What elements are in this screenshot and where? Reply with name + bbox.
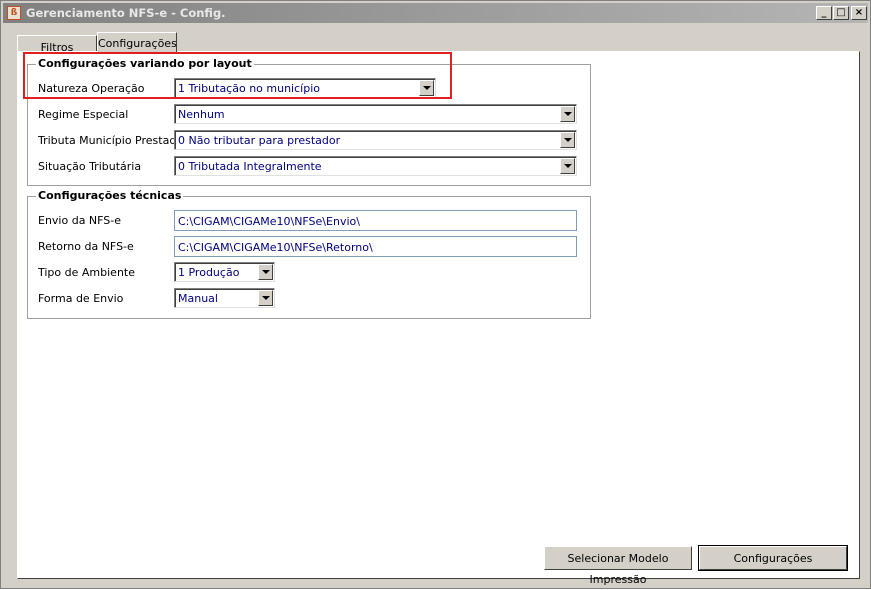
close-button[interactable]: × <box>851 6 867 20</box>
tributa-municipio-label: Tributa Município Prestador <box>38 134 188 147</box>
window-title: Gerenciamento NFS-e - Config. <box>26 6 226 20</box>
retorno-nfse-value: C:\CIGAM\CIGAMe10\NFSe\Retorno\ <box>178 241 373 254</box>
chevron-down-icon[interactable] <box>258 290 273 306</box>
configuracoes-button[interactable]: Configurações <box>698 545 848 571</box>
chevron-down-icon[interactable] <box>419 80 434 96</box>
natureza-operacao-value: 1 Tributação no município <box>178 82 320 95</box>
natureza-operacao-label: Natureza Operação <box>38 82 145 95</box>
maximize-button[interactable]: □ <box>833 6 849 20</box>
forma-envio-select[interactable]: Manual <box>174 288 275 308</box>
tab-configuracoes[interactable]: Configurações <box>97 32 177 53</box>
regime-especial-label: Regime Especial <box>38 108 129 121</box>
tab-panel-configuracoes: Configurações variando por layout Nature… <box>17 51 860 586</box>
minimize-icon: _ <box>821 7 827 18</box>
situacao-tributaria-select[interactable]: 0 Tributada Integralmente <box>174 156 577 176</box>
layout-group-title: Configurações variando por layout <box>36 57 254 70</box>
chevron-down-icon[interactable] <box>560 132 575 148</box>
tab-bar: Filtros Configurações <box>17 32 860 54</box>
chevron-down-icon[interactable] <box>258 264 273 280</box>
envio-nfse-label: Envio da NFS-e <box>38 214 122 227</box>
envio-nfse-input[interactable]: C:\CIGAM\CIGAMe10\NFSe\Envio\ <box>174 210 577 231</box>
envio-nfse-value: C:\CIGAM\CIGAMe10\NFSe\Envio\ <box>178 215 360 228</box>
select-print-model-button[interactable]: Selecionar Modelo Impressão <box>544 546 692 586</box>
title-bar[interactable]: ß Gerenciamento NFS-e - Config. _ □ × <box>3 3 868 23</box>
natureza-operacao-select[interactable]: 1 Tributação no município <box>174 78 436 98</box>
tipo-ambiente-select[interactable]: 1 Produção <box>174 262 275 282</box>
chevron-down-icon[interactable] <box>560 106 575 122</box>
tech-group-title: Configurações técnicas <box>36 189 184 202</box>
app-icon: ß <box>7 6 21 20</box>
minimize-button[interactable]: _ <box>816 6 832 20</box>
chevron-down-icon[interactable] <box>560 158 575 174</box>
situacao-tributaria-label: Situação Tributária <box>38 160 142 173</box>
regime-especial-value: Nenhum <box>178 108 225 121</box>
tab-label: Configurações <box>98 37 177 50</box>
app-window: ß Gerenciamento NFS-e - Config. _ □ × Fi… <box>0 0 871 589</box>
layout-config-group: Configurações variando por layout Nature… <box>27 57 591 186</box>
tributa-municipio-value: 0 Não tributar para prestador <box>178 134 341 147</box>
forma-envio-value: Manual <box>178 292 218 305</box>
close-icon: × <box>854 7 864 18</box>
situacao-tributaria-value: 0 Tributada Integralmente <box>178 160 322 173</box>
tipo-ambiente-label: Tipo de Ambiente <box>38 266 135 279</box>
retorno-nfse-input[interactable]: C:\CIGAM\CIGAMe10\NFSe\Retorno\ <box>174 236 577 257</box>
retorno-nfse-label: Retorno da NFS-e <box>38 240 134 253</box>
tech-config-group: Configurações técnicas Envio da NFS-e C:… <box>27 189 591 319</box>
tributa-municipio-select[interactable]: 0 Não tributar para prestador <box>174 130 577 150</box>
maximize-icon: □ <box>836 7 846 18</box>
forma-envio-label: Forma de Envio <box>38 292 124 305</box>
tipo-ambiente-value: 1 Produção <box>178 266 240 279</box>
regime-especial-select[interactable]: Nenhum <box>174 104 577 124</box>
